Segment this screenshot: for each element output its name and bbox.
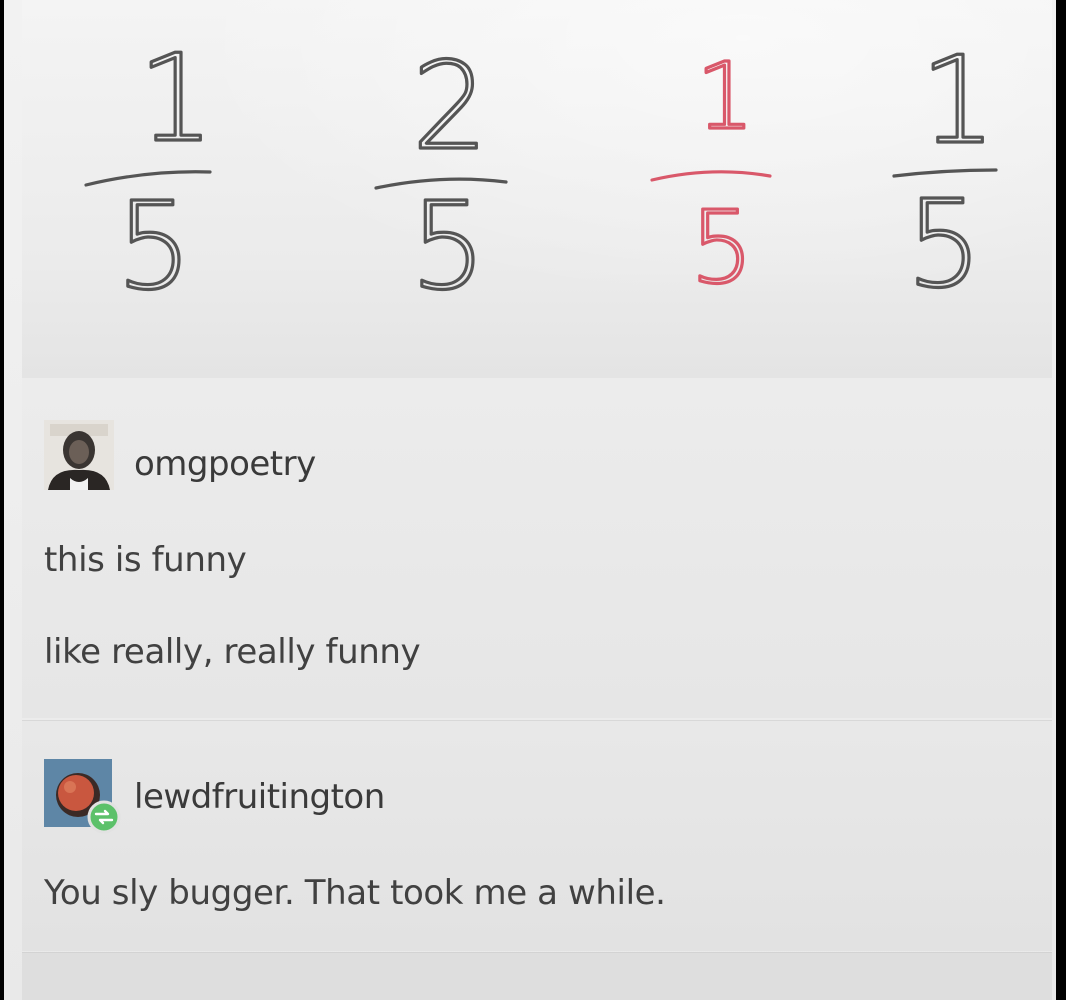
fraction-1-drawing: 1 5: [84, 28, 216, 319]
fraction-3: 1 5: [642, 41, 792, 308]
fractions-photo: 1 5 2 5 1 5 1 5: [22, 0, 1052, 379]
fraction-4-denominator: 5: [906, 176, 982, 315]
fraction-2-numerator: 2: [412, 38, 488, 177]
fraction-3-denominator: 5: [690, 189, 754, 306]
comment-line-2: like really, really funny: [44, 632, 421, 672]
reblog-icon: [87, 800, 121, 834]
fraction-2: 2 5: [372, 36, 522, 319]
comment-lewdfruitington: lewdfruitington You sly bugger. That too…: [22, 720, 1052, 951]
fraction-3-numerator: 1: [696, 43, 755, 150]
comment-line-1: this is funny: [44, 540, 247, 580]
reply-text: You sly bugger. That took me a while.: [44, 873, 666, 913]
comment-omgpoetry: omgpoetry this is funny like really, rea…: [22, 378, 1052, 718]
fraction-2-denominator: 5: [410, 178, 486, 317]
fraction-1-numerator: 1: [138, 30, 214, 169]
username-lewdfruitington[interactable]: lewdfruitington: [134, 777, 385, 817]
fraction-1-denominator: 5: [116, 178, 192, 317]
post-card: 1 5 2 5 1 5 1 5 omgpoetry this is funny …: [4, 0, 1056, 1000]
fraction-1: 1 5: [78, 28, 228, 319]
fruit-avatar-icon[interactable]: [44, 759, 121, 834]
fraction-3-bar: [650, 170, 772, 182]
fraction-4: 1 5: [884, 30, 1034, 317]
fraction-4-numerator: 1: [920, 32, 996, 171]
next-comment-edge: [22, 952, 1052, 1000]
fraction-3-drawing: 1 5: [650, 41, 772, 308]
fraction-2-drawing: 2 5: [374, 36, 508, 319]
person-avatar-icon[interactable]: [44, 420, 114, 490]
fraction-4-drawing: 1 5: [892, 30, 998, 317]
username-omgpoetry[interactable]: omgpoetry: [134, 444, 316, 484]
